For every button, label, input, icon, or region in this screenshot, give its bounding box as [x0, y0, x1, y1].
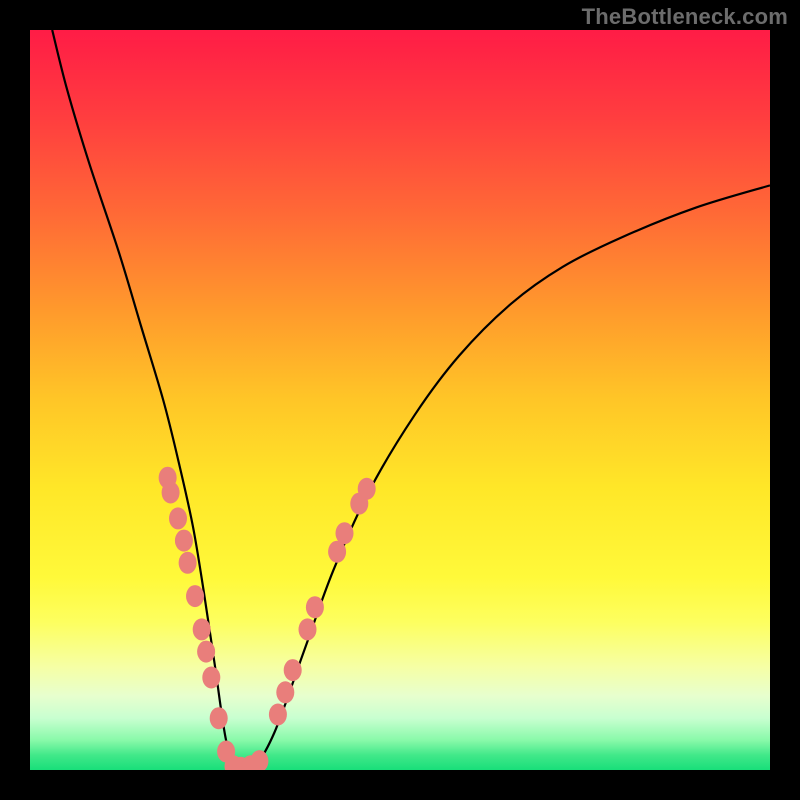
data-marker: [175, 530, 193, 552]
plot-area: [30, 30, 770, 770]
data-marker: [162, 482, 180, 504]
data-marker: [250, 750, 268, 770]
data-marker: [284, 659, 302, 681]
data-marker: [276, 681, 294, 703]
data-marker: [193, 618, 211, 640]
data-marker: [197, 641, 215, 663]
data-marker: [299, 618, 317, 640]
data-marker: [210, 707, 228, 729]
data-marker: [336, 522, 354, 544]
data-marker: [202, 667, 220, 689]
data-marker: [179, 552, 197, 574]
data-marker: [358, 478, 376, 500]
series-curve: [52, 30, 770, 770]
data-marker: [169, 507, 187, 529]
data-marker: [186, 585, 204, 607]
data-marker: [269, 704, 287, 726]
data-marker: [306, 596, 324, 618]
chart-svg: [30, 30, 770, 770]
chart-frame: TheBottleneck.com: [0, 0, 800, 800]
watermark-text: TheBottleneck.com: [582, 4, 788, 30]
marker-group: [159, 467, 376, 770]
